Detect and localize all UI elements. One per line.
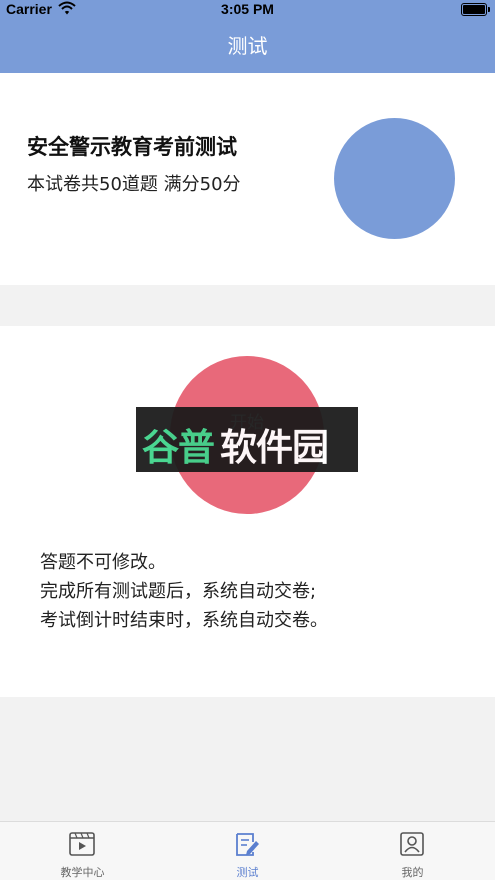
video-icon	[69, 832, 95, 856]
status-bar: Carrier 3:05 PM	[0, 0, 495, 20]
page-title: 测试	[227, 34, 268, 58]
rule-line: 完成所有测试题后，系统自动交卷;	[40, 581, 317, 602]
tab-label: 我的	[401, 866, 424, 879]
edit-icon	[236, 833, 259, 856]
rule-line: 考试倒计时结束时，系统自动交卷。	[40, 610, 328, 631]
tab-teaching-center[interactable]: 教学中心	[0, 822, 165, 880]
tab-mine[interactable]: 我的	[330, 822, 495, 880]
exam-rules: 答题不可修改。 完成所有测试题后，系统自动交卷; 考试倒计时结束时，系统自动交卷…	[40, 548, 328, 635]
exam-circle-decoration	[334, 118, 455, 239]
tab-test[interactable]: 测试	[165, 822, 330, 880]
nav-header: Carrier 3:05 PM 测试	[0, 0, 495, 73]
status-time: 3:05 PM	[221, 1, 274, 17]
exam-subtitle: 本试卷共50道题 满分50分	[27, 174, 241, 195]
watermark-text-green: 谷普	[142, 426, 215, 469]
tab-label: 测试	[236, 866, 259, 879]
tab-bar: 教学中心 测试 我的	[0, 821, 495, 880]
rule-line: 答题不可修改。	[40, 552, 166, 573]
exam-info-card: 安全警示教育考前测试 本试卷共50道题 满分50分	[0, 73, 495, 285]
watermark-logo: 谷普 软件园	[136, 407, 358, 472]
tab-label: 教学中心	[60, 866, 105, 879]
battery-icon	[461, 3, 490, 16]
exam-title: 安全警示教育考前测试	[27, 135, 237, 159]
watermark-text-white: 软件园	[220, 426, 329, 469]
start-card: 开始 谷普 软件园 答题不可修改。 完成所有测试题后，系统自动交卷; 考试倒计时…	[0, 326, 495, 697]
user-icon	[400, 832, 424, 856]
